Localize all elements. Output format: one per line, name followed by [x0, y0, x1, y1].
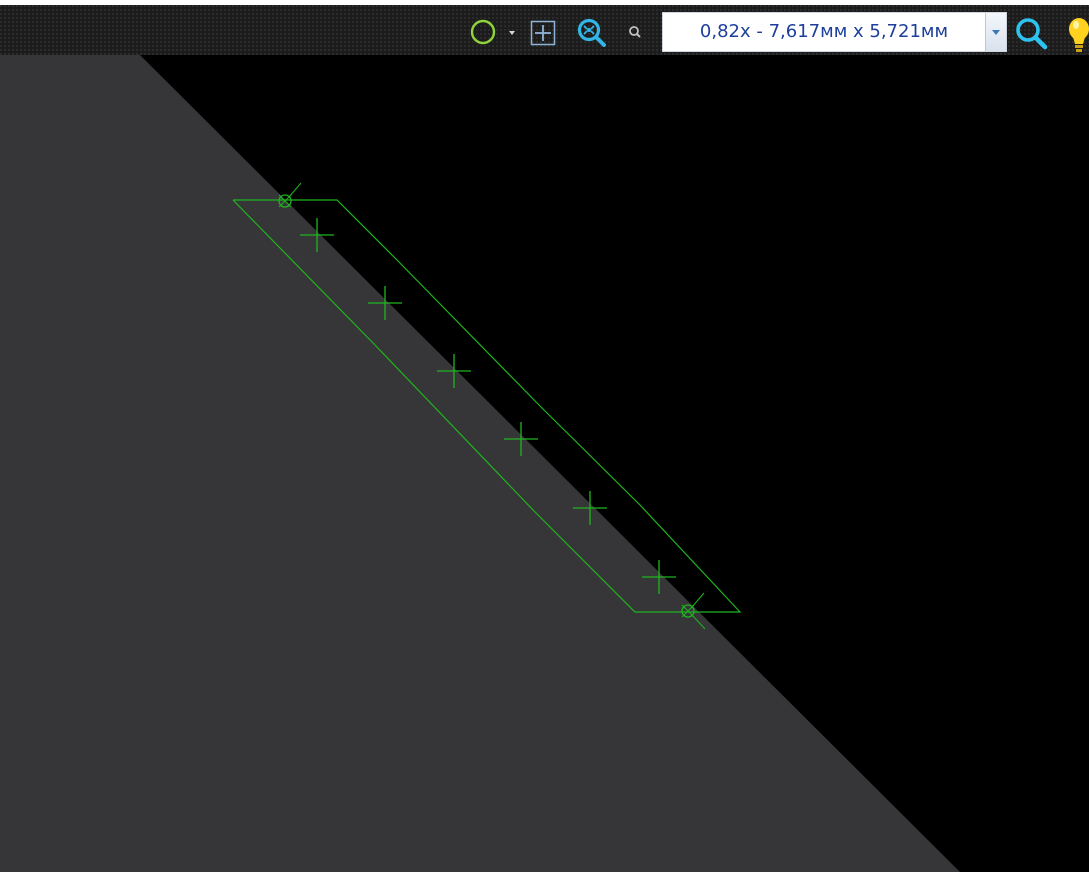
zoom-combobox[interactable]: 0,82x - 7,617мм x 5,721мм	[662, 12, 1007, 52]
small-magnifier-icon[interactable]	[626, 23, 644, 41]
crosshair-icon[interactable]	[530, 20, 556, 46]
drawing-canvas[interactable]	[0, 55, 1089, 872]
viewer-window: 0,82x - 7,617мм x 5,721мм	[0, 0, 1089, 872]
lightbulb-icon[interactable]	[1062, 14, 1089, 54]
zoom-value[interactable]: 0,82x - 7,617мм x 5,721мм	[663, 13, 985, 51]
toolbar: 0,82x - 7,617мм x 5,721мм	[0, 5, 1089, 56]
chevron-down-icon[interactable]	[985, 13, 1006, 51]
magnifier-icon[interactable]	[1014, 16, 1050, 50]
zoom-fit-icon[interactable]	[576, 17, 608, 47]
dropdown-arrow-icon[interactable]	[506, 25, 518, 39]
circle-shape-icon[interactable]	[470, 19, 496, 45]
